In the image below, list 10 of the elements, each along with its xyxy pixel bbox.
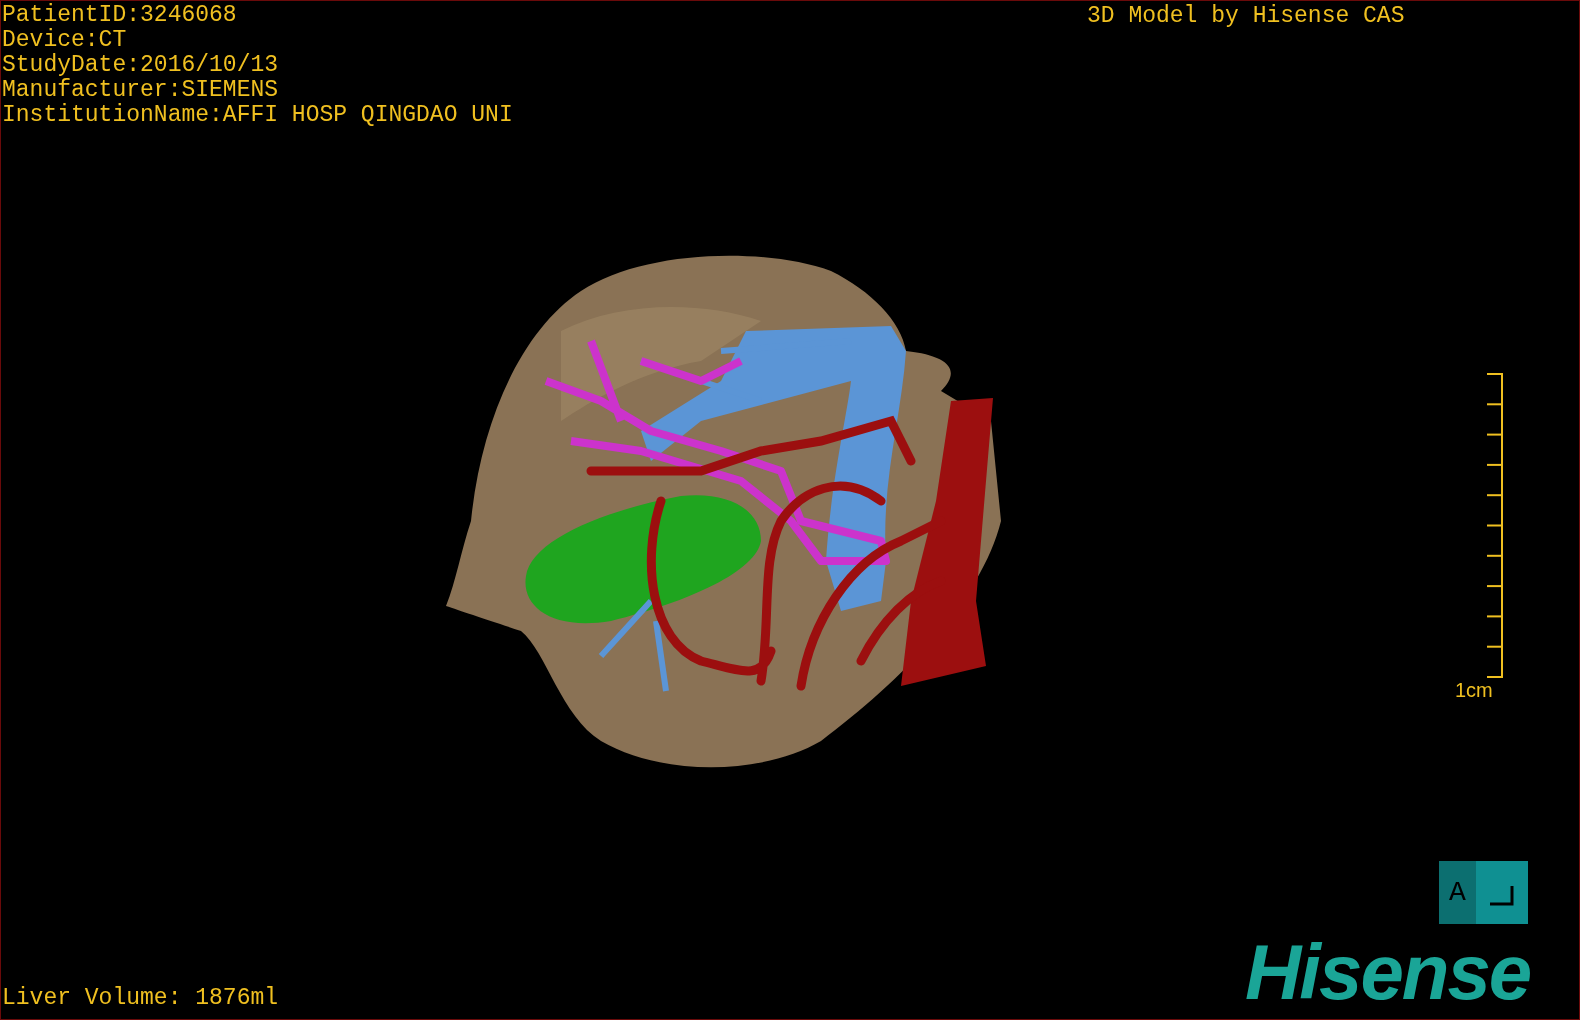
patient-info-text: StudyDate:2016/10/13 bbox=[2, 53, 280, 78]
scale-label: 1cm bbox=[1455, 679, 1493, 701]
model-credit-text: 3D Model by Hisense CAS bbox=[1087, 4, 1405, 29]
brand-logo: Hisense bbox=[1245, 933, 1531, 1011]
patient-info-text: Device:CT bbox=[2, 28, 128, 53]
patient-info-text: InstitutionName:AFFI HOSP QINGDAO UNI bbox=[2, 103, 513, 128]
liver-volume-text: Liver Volume: 1876ml bbox=[2, 986, 279, 1011]
patient-info-text: Manufacturer:SIEMENS bbox=[2, 78, 280, 103]
orientation-label: A bbox=[1439, 861, 1476, 924]
patient-info-text: PatientID:3246068 bbox=[2, 3, 238, 28]
